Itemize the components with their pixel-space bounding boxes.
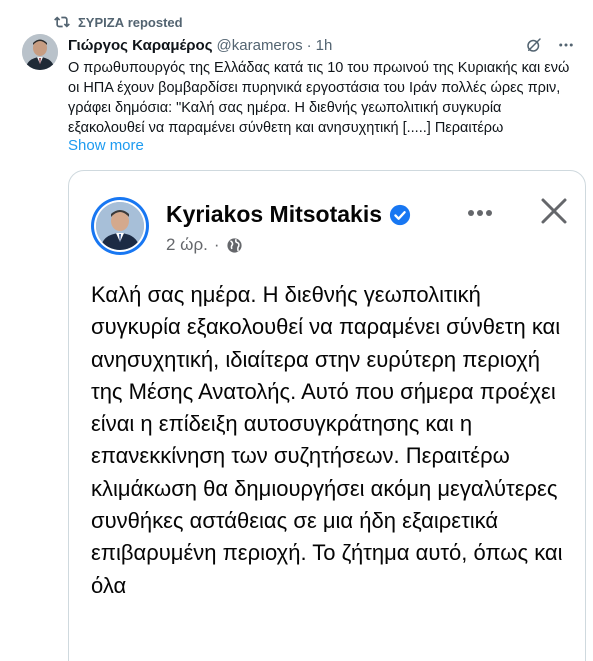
verified-icon	[389, 204, 411, 225]
fb-avatar	[91, 197, 149, 255]
fb-author-name: Kyriakos Mitsotakis	[166, 201, 383, 227]
grok-icon[interactable]	[525, 36, 543, 54]
fb-meta: 2 ώρ. ·	[166, 235, 243, 255]
fb-author: Kyriakos Mitsotakis	[166, 201, 411, 228]
fb-separator: ·	[213, 235, 220, 254]
author-name[interactable]: Γιώργος Καραμέρος	[68, 37, 213, 54]
fb-time: 2 ώρ.	[166, 235, 208, 254]
more-icon[interactable]	[557, 36, 575, 54]
author-handle[interactable]: @karameros	[217, 37, 303, 54]
repost-indicator[interactable]: ΣΥΡΙΖΑ reposted	[54, 13, 183, 31]
author-avatar[interactable]	[22, 34, 58, 70]
repost-label: ΣΥΡΙΖΑ reposted	[78, 14, 183, 30]
avatar-photo	[22, 34, 58, 70]
header-separator: ·	[306, 36, 312, 54]
globe-icon	[226, 237, 242, 253]
repost-icon	[54, 16, 70, 28]
more-dots-icon	[468, 210, 492, 216]
tweet-time[interactable]: 1h	[316, 37, 333, 54]
close-icon	[541, 198, 567, 224]
fb-avatar-photo	[96, 202, 144, 250]
fb-post-text: Καλή σας ημέρα. Η διεθνής γεωπολιτική συ…	[91, 282, 563, 598]
show-more-link[interactable]: Show more	[68, 137, 144, 154]
embedded-screenshot-card[interactable]: Kyriakos Mitsotakis 2 ώρ. · Καλή σας ημέ…	[68, 170, 586, 661]
tweet-text: Ο πρωθυπουργός της Ελλάδας κατά τις 10 τ…	[68, 60, 570, 136]
tweet-header: Γιώργος Καραμέρος @karameros · 1h	[68, 34, 575, 56]
